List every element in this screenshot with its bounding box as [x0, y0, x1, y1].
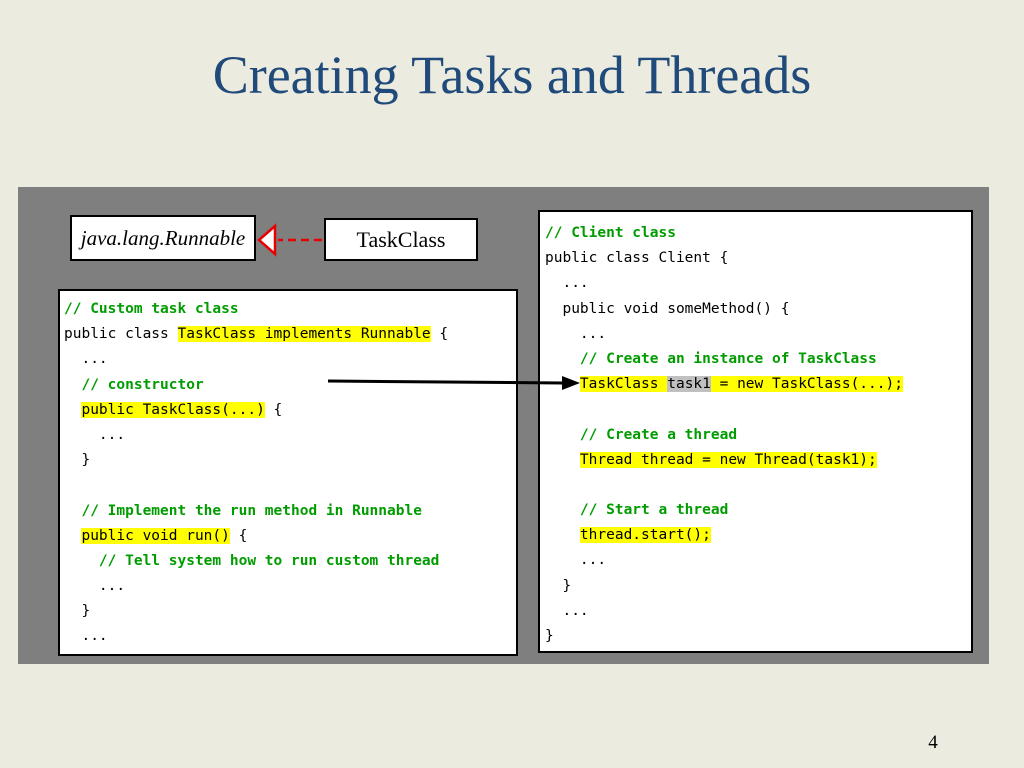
- code-line: public void someMethod() {: [545, 300, 790, 317]
- taskclass-box: TaskClass: [324, 218, 478, 261]
- code-line: ...: [64, 578, 126, 595]
- code-line: public class TaskClass implements Runnab…: [64, 322, 516, 347]
- code-comment: // Tell system how to run custom thread: [98, 552, 440, 569]
- code-comment: // Create an instance of TaskClass: [579, 350, 877, 367]
- page-number: 4: [928, 732, 938, 753]
- code-line: Thread thread = new Thread(task1);: [545, 448, 971, 473]
- highlighted-code: Thread thread = new Thread(task1);: [579, 451, 877, 468]
- runnable-interface-label: java.lang.Runnable: [80, 225, 246, 250]
- task-class-code: // Custom task class public class TaskCl…: [58, 289, 518, 656]
- code-line: }: [545, 628, 554, 644]
- code-comment: // Implement the run method in Runnable: [81, 502, 422, 519]
- highlighted-code: = new TaskClass(...);: [710, 376, 903, 393]
- code-comment: // Custom task class: [64, 301, 239, 317]
- code-line: thread.start();: [545, 523, 971, 548]
- taskclass-label: TaskClass: [356, 226, 446, 252]
- code-line: // Client class: [545, 221, 971, 246]
- runnable-interface-box: java.lang.Runnable: [70, 215, 256, 261]
- highlighted-code: public void run(): [81, 527, 230, 544]
- code-line: public class Client {: [545, 250, 729, 267]
- code-line: public TaskClass(...) {: [64, 398, 516, 423]
- code-text: {: [264, 401, 283, 418]
- code-line: }: [64, 650, 516, 655]
- code-line: }: [64, 452, 91, 469]
- code-line: // Implement the run method in Runnable: [64, 499, 516, 524]
- highlighted-code: public TaskClass(...): [81, 401, 265, 418]
- highlighted-code: thread.start();: [579, 527, 711, 544]
- code-comment: // Client class: [545, 225, 676, 241]
- slide-title: Creating Tasks and Threads: [212, 45, 812, 105]
- code-line: ...: [64, 426, 126, 443]
- client-class-code: // Client class public class Client { ..…: [538, 210, 973, 653]
- highlighted-code: TaskClass implements Runnable: [177, 326, 431, 343]
- code-line: ...: [545, 602, 589, 619]
- code-text: {: [229, 527, 248, 544]
- variable-highlight: task1: [667, 376, 711, 393]
- highlighted-code: TaskClass: [579, 376, 668, 393]
- code-line: ...: [545, 325, 607, 342]
- code-line: public void run() {: [64, 524, 516, 549]
- code-line: // Create a thread: [545, 423, 971, 448]
- code-line: // Tell system how to run custom thread: [64, 549, 516, 574]
- code-line: // Create an instance of TaskClass: [545, 347, 971, 372]
- code-line: }: [545, 577, 572, 594]
- code-text: public class: [64, 326, 178, 343]
- code-line: }: [64, 603, 91, 620]
- code-line: TaskClass task1 = new TaskClass(...);: [545, 372, 971, 397]
- code-line: // constructor: [64, 373, 516, 398]
- code-text: {: [430, 326, 449, 343]
- code-line: ...: [64, 628, 108, 645]
- code-line: ...: [545, 552, 607, 569]
- code-line: // Custom task class: [64, 297, 516, 322]
- code-line: ...: [64, 351, 108, 368]
- code-comment: // Create a thread: [579, 426, 738, 443]
- code-line: // Start a thread: [545, 498, 971, 523]
- code-line: ...: [545, 275, 589, 292]
- code-comment: // constructor: [81, 376, 204, 393]
- code-comment: // Start a thread: [579, 502, 729, 519]
